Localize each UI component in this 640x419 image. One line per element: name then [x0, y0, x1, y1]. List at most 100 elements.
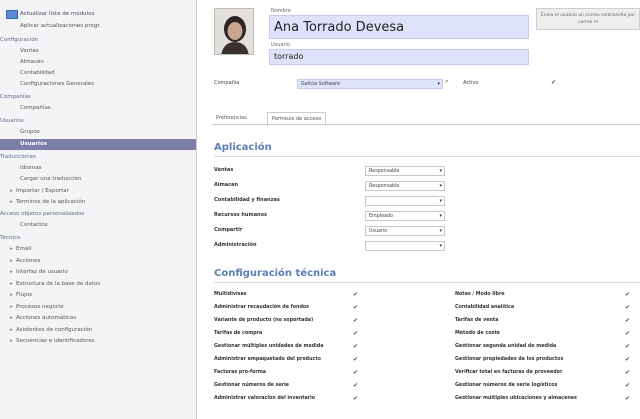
sidebar-item[interactable]: Actualizar lista de módulos	[0, 9, 196, 20]
application-access-select[interactable]: ▾	[365, 196, 445, 206]
technical-option-checkbox[interactable]: ✔	[353, 382, 358, 389]
sidebar-item[interactable]: ▸ Términos de la aplicación	[0, 197, 196, 208]
sidebar-item[interactable]: Compañías	[0, 103, 196, 114]
sidebar-item[interactable]: Cargar una traducción	[0, 174, 196, 185]
name-label: Nombre	[271, 8, 291, 14]
sidebar-item[interactable]: ▸ Flujos	[0, 290, 196, 301]
sidebar-item[interactable]: Configuraciones Generales	[0, 79, 196, 90]
technical-option-checkbox[interactable]: ✔	[353, 343, 358, 350]
sidebar-item-label: Usuarios	[0, 118, 24, 124]
application-label: Ventas	[214, 167, 234, 173]
company-value: Galicia Software	[301, 82, 340, 87]
sidebar-item[interactable]: ▸ Asistentes de configuración	[0, 325, 196, 336]
application-access-value: Empleado	[369, 214, 393, 219]
sidebar-item[interactable]: ▸ Acciones automáticas	[0, 313, 196, 324]
login-label: Usuario	[271, 42, 291, 48]
technical-option-checkbox[interactable]: ✔	[625, 317, 630, 324]
company-label: Compañía	[214, 80, 240, 86]
application-access-value: Responsable	[369, 184, 400, 189]
sidebar-item: Compañías	[0, 92, 196, 103]
sidebar-item: Técnico	[0, 233, 196, 244]
sidebar-item[interactable]: Contactos	[0, 220, 196, 231]
technical-option-label: Contabilidad analítica	[455, 305, 515, 310]
divider	[214, 156, 640, 157]
application-section-title: Aplicación	[214, 142, 272, 153]
sidebar-item-label: Flujos	[16, 292, 32, 298]
chevron-down-icon: ▾	[439, 168, 442, 174]
technical-option-label: Facturas pro-forma	[214, 370, 266, 375]
sidebar-item[interactable]: Contabilidad	[0, 68, 196, 79]
company-select[interactable]: Galicia Software ▾	[297, 79, 443, 89]
application-access-select[interactable]: Responsable ▾	[365, 181, 445, 191]
sidebar-item-label: Traducciones	[0, 154, 36, 160]
chevron-down-icon: ▾	[439, 228, 442, 234]
technical-option-checkbox[interactable]: ✔	[353, 304, 358, 311]
technical-option-checkbox[interactable]: ✔	[353, 369, 358, 376]
technical-option-label: Gestionar segunda unidad de medida	[455, 344, 557, 349]
technical-option-checkbox[interactable]: ✔	[353, 330, 358, 337]
sidebar-item: Usuarios	[0, 116, 196, 127]
login-field[interactable]: torrado	[269, 49, 529, 65]
technical-option-checkbox[interactable]: ✔	[625, 356, 630, 363]
technical-option-label: Notas / Modo libre	[455, 292, 505, 297]
technical-option-checkbox[interactable]: ✔	[625, 395, 630, 402]
user-photo[interactable]	[214, 8, 254, 55]
technical-option-checkbox[interactable]: ✔	[353, 356, 358, 363]
chevron-down-icon: ▾	[439, 198, 442, 204]
technical-option-checkbox[interactable]: ✔	[353, 395, 358, 402]
external-link-icon[interactable]: ↗	[444, 79, 448, 85]
sidebar-item-label: Idiomas	[20, 165, 42, 171]
sidebar-item[interactable]: Usuarios	[0, 139, 196, 150]
technical-option-label: Gestionar propiedades de los productos	[455, 357, 564, 362]
sidebar-item-label: Email	[16, 246, 32, 252]
technical-option-checkbox[interactable]: ✔	[625, 343, 630, 350]
application-access-select[interactable]: Responsable ▾	[365, 166, 445, 176]
main-form: Nombre Ana Torrado Devesa Usuario torrad…	[197, 0, 640, 419]
technical-option-checkbox[interactable]: ✔	[625, 369, 630, 376]
sidebar: Actualizar lista de módulos Aplicar actua…	[0, 0, 197, 419]
sidebar-item-label: Estructura de la base de datos	[16, 281, 101, 287]
sidebar-item[interactable]: ▸ Email	[0, 244, 196, 255]
sidebar-item[interactable]: ▸ Importar / Exportar	[0, 186, 196, 197]
application-label: Compartir	[214, 227, 243, 233]
sidebar-item[interactable]: ▸ Estructura de la base de datos	[0, 279, 196, 290]
technical-section-title: Configuración técnica	[214, 268, 337, 279]
sidebar-item[interactable]: Idiomas	[0, 163, 196, 174]
sidebar-item-label: Secuencias e identificadores	[16, 338, 95, 344]
sidebar-item-label: Procesos negocio	[16, 304, 64, 310]
technical-option-checkbox[interactable]: ✔	[353, 317, 358, 324]
chevron-down-icon: ▾	[437, 81, 440, 87]
name-value: Ana Torrado Devesa	[274, 20, 405, 35]
technical-option-checkbox[interactable]: ✔	[625, 330, 630, 337]
sidebar-item: Acceso objetos personalizados	[0, 209, 196, 220]
technical-option-checkbox[interactable]: ✔	[353, 291, 358, 298]
technical-option-checkbox[interactable]: ✔	[625, 382, 630, 389]
application-access-select[interactable]: Usuario ▾	[365, 226, 445, 236]
sidebar-item[interactable]: Almacén	[0, 57, 196, 68]
sidebar-item-label: Almacén	[20, 59, 44, 65]
application-access-value: Responsable	[369, 169, 400, 174]
application-access-select[interactable]: Empleado ▾	[365, 211, 445, 221]
sidebar-item[interactable]: ▸ Procesos negocio	[0, 302, 196, 313]
tab-divider	[212, 124, 640, 125]
application-access-select[interactable]: ▾	[365, 241, 445, 251]
chevron-down-icon: ▾	[439, 183, 442, 189]
application-label: Almacén	[214, 182, 239, 188]
send-reset-email-button[interactable]: Envía el usuario un correo contraseña po…	[536, 8, 640, 30]
technical-option-checkbox[interactable]: ✔	[625, 291, 630, 298]
technical-option-label: Administrar empaquetado del producto	[214, 357, 321, 362]
sidebar-item-label: Usuarios	[20, 141, 48, 147]
active-checkbox[interactable]: ✔	[551, 79, 556, 86]
sidebar-item-label: Compañías	[0, 94, 31, 100]
sidebar-item[interactable]: Ventas	[0, 46, 196, 57]
sidebar-item[interactable]: ▸ Secuencias e identificadores	[0, 336, 196, 347]
technical-option-label: Gestionar múltiples ubicaciones y almace…	[455, 396, 577, 401]
sidebar-item[interactable]: Aplicar actualizaciones progr.	[0, 21, 196, 32]
sidebar-item[interactable]: ▸ Acciones	[0, 256, 196, 267]
technical-option-checkbox[interactable]: ✔	[625, 304, 630, 311]
name-field[interactable]: Ana Torrado Devesa	[269, 15, 529, 39]
sidebar-item[interactable]: ▸ Interfaz de usuario	[0, 267, 196, 278]
sidebar-item-label: Configuraciones Generales	[20, 81, 95, 87]
sidebar-item[interactable]: Grupos	[0, 127, 196, 138]
tab-preferences[interactable]: Preferencias	[212, 112, 251, 124]
